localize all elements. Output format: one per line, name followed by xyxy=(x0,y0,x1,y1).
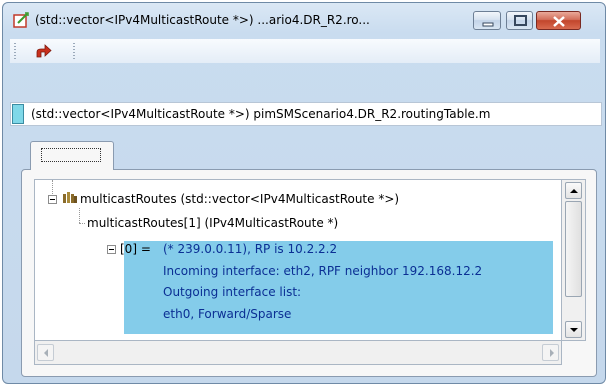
scroll-right-button[interactable] xyxy=(542,344,559,361)
tree-node-root[interactable]: multicastRoutes (std::vector<IPv4Multica… xyxy=(63,192,399,206)
close-button[interactable] xyxy=(536,11,581,30)
tab-contents[interactable] xyxy=(30,141,114,170)
vertical-scrollbar[interactable] xyxy=(562,179,586,341)
collapse-icon[interactable] xyxy=(48,195,57,204)
object-tree[interactable]: multicastRoutes (std::vector<IPv4Multica… xyxy=(34,179,562,341)
toolbar-grip[interactable] xyxy=(14,43,16,59)
scroll-up-button[interactable] xyxy=(565,182,582,199)
scroll-left-button[interactable] xyxy=(37,344,54,361)
tree-node-root-label: multicastRoutes (std::vector<IPv4Multica… xyxy=(80,192,400,206)
title-bar[interactable]: (std::vector<IPv4MulticastRoute *>) ...a… xyxy=(3,3,605,37)
tree-node-child[interactable]: multicastRoutes[1] (IPv4MulticastRoute *… xyxy=(87,216,338,230)
entry-line-3: Outgoing interface list: xyxy=(163,285,302,299)
object-color-swatch xyxy=(12,104,24,124)
tree-line xyxy=(52,180,53,194)
toolbar xyxy=(10,39,600,63)
entry-prefix: [0] = xyxy=(120,242,151,256)
inspector-window: (std::vector<IPv4MulticastRoute *>) ...a… xyxy=(2,2,606,384)
entry-line-4: eth0, Forward/Sparse xyxy=(163,307,292,321)
collapse-icon[interactable] xyxy=(107,245,116,254)
app-icon xyxy=(13,12,29,28)
object-path-text: (std::vector<IPv4MulticastRoute *>) pimS… xyxy=(31,107,491,121)
entry-line-1: (* 239.0.0.11), RP is 10.2.2.2 xyxy=(163,242,338,256)
vector-icon xyxy=(63,192,77,203)
scroll-down-button[interactable] xyxy=(565,321,582,338)
tree-line xyxy=(79,208,80,223)
maximize-button[interactable] xyxy=(506,11,533,30)
horizontal-scrollbar[interactable] xyxy=(34,341,562,365)
tree-node-child-label: multicastRoutes[1] (IPv4MulticastRoute *… xyxy=(87,216,339,230)
tree-line xyxy=(79,223,85,224)
scroll-thumb[interactable] xyxy=(565,201,582,297)
toolbar-grip-end xyxy=(73,43,75,59)
object-path-field[interactable]: (std::vector<IPv4MulticastRoute *>) pimS… xyxy=(10,102,602,126)
window-title: (std::vector<IPv4MulticastRoute *>) ...a… xyxy=(35,13,370,27)
go-up-icon[interactable] xyxy=(32,42,56,60)
entry-line-2: Incoming interface: eth2, RPF neighbor 1… xyxy=(163,264,483,278)
tab-label xyxy=(41,148,101,162)
minimize-button[interactable] xyxy=(473,11,501,30)
